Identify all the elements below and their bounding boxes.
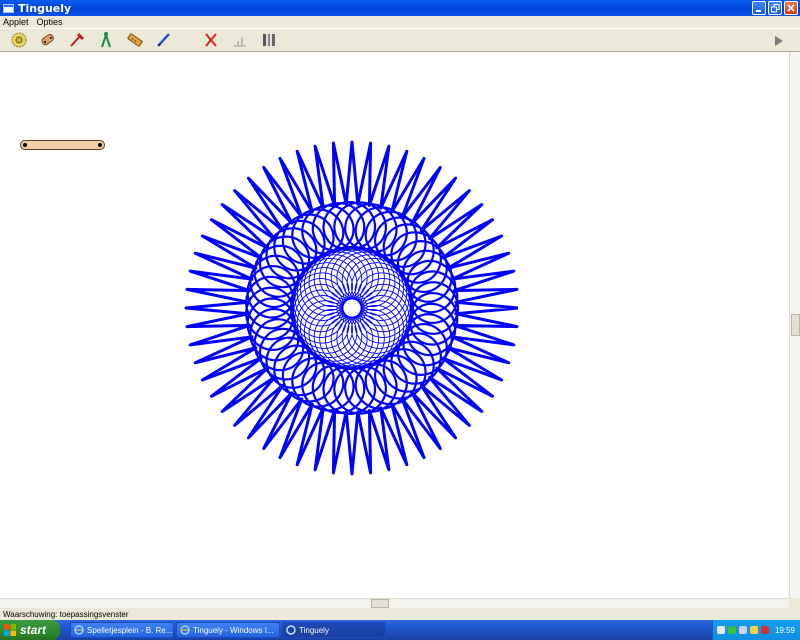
vertical-scroll-thumb[interactable] [791,314,800,336]
close-button[interactable] [784,1,798,15]
ie-icon [74,625,84,635]
window-controls [752,1,798,15]
minimize-icon [756,10,761,12]
close-icon [787,4,795,12]
ie-icon [180,625,190,635]
gear-tool-button[interactable] [8,29,30,51]
task-list: Spelletjesplein - B. Re... Tinguely - Wi… [70,622,386,638]
minimize-button[interactable] [752,1,766,15]
status-text: Waarschuwing: toepassingsvenster [3,609,129,619]
play-icon [775,36,783,46]
horizontal-scroll-thumb[interactable] [371,599,389,608]
compass-tool-icon [101,32,111,48]
menu-applet[interactable]: Applet [3,17,29,27]
tray-icon-2[interactable] [728,626,736,634]
horizontal-scrollbar[interactable] [0,598,789,608]
task-label: Tinguely - Windows I... [193,625,274,635]
start-label: start [20,623,47,637]
tray-icon-3[interactable] [739,626,747,634]
hammer-tool-icon [70,32,85,47]
chart-tool-button[interactable] [229,29,251,51]
menu-bar: Applet Opties [0,16,800,28]
tray-icon-5[interactable] [761,626,769,634]
app-window: Tinguely Applet Opties Waarschuwing: toe… [0,0,800,620]
tray-icon-4[interactable] [750,626,758,634]
center-hole [345,301,359,315]
stripes-tool-icon [263,34,275,46]
task-label: Tinguely [299,625,329,635]
pen-tool-icon [157,33,170,47]
hammer-tool-button[interactable] [66,29,88,51]
restore-icon [770,3,779,12]
task-button-spelletjesplein[interactable]: Spelletjesplein - B. Re... [70,622,174,638]
ruler-tool-icon [127,33,143,47]
clock: 19:59 [774,625,795,635]
java-icon [286,625,296,635]
gear-tool-icon [11,32,27,48]
task-button-tinguely-ie[interactable]: Tinguely - Windows I... [176,622,280,638]
task-button-tinguely[interactable]: Tinguely [282,622,386,638]
tray-icon-1[interactable] [717,626,725,634]
eraser-tool-icon [41,33,54,46]
stripes-tool-button[interactable] [258,29,280,51]
spirograph-drawing [184,140,519,476]
drawing-canvas[interactable] [0,52,789,598]
chart-tool-icon [234,37,246,47]
taskbar: start Spelletjesplein - B. Re... Tinguel… [0,620,800,640]
system-tray: 19:59 [712,620,800,640]
eraser-tool-button[interactable] [37,29,59,51]
compass-tool-button[interactable] [95,29,117,51]
toolbar [0,28,800,52]
maximize-button[interactable] [768,1,782,15]
window-title: Tinguely [18,1,72,15]
pen-tool-button[interactable] [153,29,175,51]
menu-opties[interactable]: Opties [37,17,63,27]
vertical-scrollbar[interactable] [789,52,800,598]
start-button[interactable]: start [0,620,60,640]
delete-tool-icon [205,33,217,47]
windows-flag-icon [4,624,16,636]
task-label: Spelletjesplein - B. Re... [87,625,173,635]
play-button[interactable] [772,33,786,49]
status-bar: Waarschuwing: toepassingsvenster [0,608,800,620]
ruler-tool-button[interactable] [124,29,146,51]
window-icon [3,3,14,13]
delete-tool-button[interactable] [200,29,222,51]
scroll-corner [789,598,800,608]
title-bar[interactable]: Tinguely [0,0,800,16]
